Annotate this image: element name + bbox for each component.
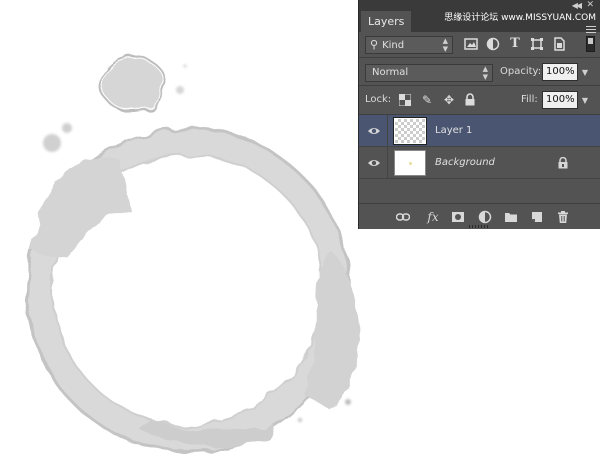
panel-tab-bar: Layers 思缘设计论坛 www.MISSYUAN.COM [359, 11, 600, 33]
add-mask-icon[interactable] [450, 209, 466, 225]
stain-drop-2 [62, 123, 72, 133]
watermark-text: 思缘设计论坛 www.MISSYUAN.COM [444, 13, 596, 23]
delete-layer-trash-icon[interactable] [555, 209, 571, 225]
layer-row-layer-1[interactable]: Layer 1 [359, 115, 600, 147]
filter-row: ⚲ Kind ▲ ▼ T [359, 33, 600, 55]
collapse-panel-icon[interactable]: ◀◀ [572, 1, 582, 10]
visibility-column-divider [387, 115, 388, 147]
opacity-value: 100% [546, 66, 575, 77]
fill-field[interactable]: 100% ▼ [542, 91, 588, 109]
layers-panel: ◀◀ ✕ Layers 思缘设计论坛 www.MISSYUAN.COM ⚲ Kin… [358, 0, 600, 229]
blend-mode-value: Normal [372, 67, 409, 78]
shape-filter-icon[interactable] [529, 36, 545, 52]
stain-drop-3 [176, 86, 184, 94]
fill-value: 100% [546, 94, 575, 105]
panel-title-bar[interactable]: ◀◀ ✕ [359, 0, 600, 11]
divider [359, 57, 600, 58]
layer-style-button[interactable]: fx [423, 209, 443, 225]
chevron-down-icon[interactable]: ▼ [582, 65, 588, 81]
link-layers-icon[interactable] [395, 209, 411, 225]
lock-transparency-icon[interactable] [397, 92, 413, 108]
fill-label: Fill: [521, 94, 538, 105]
eye-visibility-icon[interactable] [367, 156, 381, 170]
kind-filter-label: Kind [382, 40, 405, 51]
lock-label: Lock: [365, 94, 392, 105]
chevron-updown-icon: ▲ ▼ [482, 65, 488, 81]
panel-resize-grip[interactable] [469, 225, 489, 228]
adjustment-layer-icon[interactable] [477, 209, 493, 225]
layers-list: Layer 1 Background [359, 115, 600, 203]
tab-layers[interactable]: Layers [361, 11, 412, 32]
opacity-field[interactable]: 100% ▼ [542, 63, 588, 81]
panel-footer: fx [359, 203, 600, 229]
image-filter-icon[interactable] [463, 36, 479, 52]
layer-row-background[interactable]: Background [359, 147, 600, 179]
adjustment-filter-icon[interactable] [485, 36, 501, 52]
smart-object-filter-icon[interactable] [551, 36, 567, 52]
close-panel-icon[interactable]: ✕ [586, 0, 594, 10]
type-filter-icon[interactable]: T [507, 36, 523, 52]
blend-mode-dropdown[interactable]: Normal ▲ ▼ [365, 64, 493, 82]
opacity-label: Opacity: [500, 66, 542, 77]
layer-name[interactable]: Layer 1 [435, 115, 472, 147]
blend-row: Normal ▲ ▼ Opacity: 100% ▼ [359, 61, 600, 83]
chevron-down-icon[interactable]: ▼ [582, 93, 588, 109]
filter-toggle-switch[interactable] [586, 36, 595, 52]
layer-lock-icon[interactable] [557, 157, 569, 169]
new-group-folder-icon[interactable] [503, 209, 519, 225]
eye-visibility-icon[interactable] [367, 124, 381, 138]
kind-filter-dropdown[interactable]: ⚲ Kind ▲ ▼ [365, 36, 453, 54]
chevron-updown-icon: ▲ ▼ [442, 37, 448, 53]
stain-blob-right [305, 250, 360, 410]
layer-thumbnail-transparent[interactable] [393, 117, 427, 145]
lock-position-icon[interactable]: ✥ [441, 92, 457, 108]
stain-blob-left [30, 158, 130, 260]
layer-name[interactable]: Background [435, 147, 495, 179]
fx-icon: fx [427, 210, 439, 224]
lock-image-pixels-icon[interactable]: ✎ [419, 92, 435, 108]
divider [359, 85, 600, 86]
lock-all-icon[interactable] [462, 92, 478, 108]
stain-drop-1 [43, 134, 61, 152]
layer-thumbnail-background[interactable] [394, 150, 426, 176]
lock-row: Lock: ✎ ✥ Fill: 100% ▼ [359, 89, 600, 111]
search-icon: ⚲ [370, 38, 379, 51]
stain-splash-large [103, 58, 163, 110]
new-layer-icon[interactable] [529, 209, 545, 225]
visibility-column-divider [387, 147, 388, 179]
